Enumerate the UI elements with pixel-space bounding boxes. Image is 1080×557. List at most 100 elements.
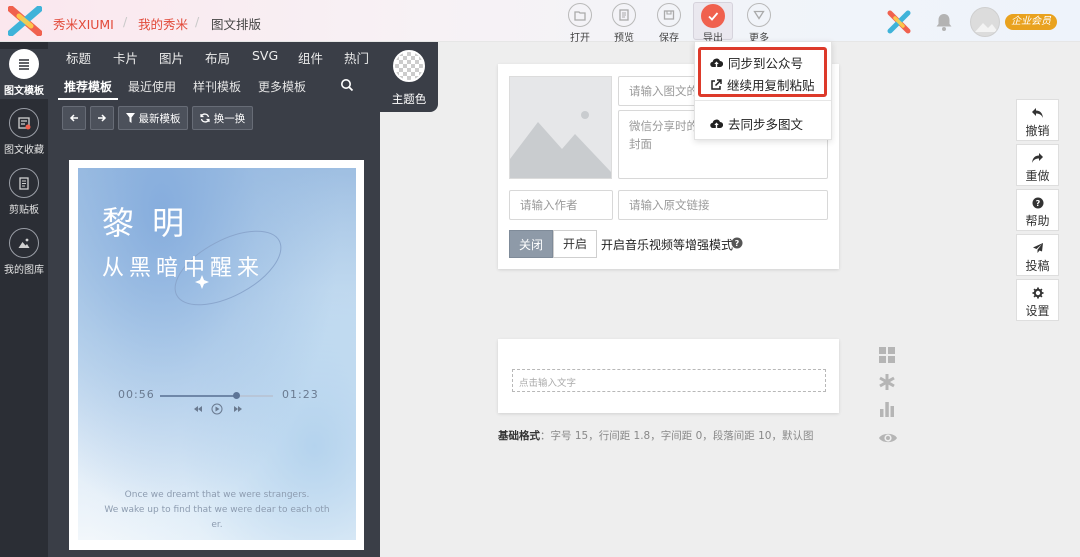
triangle-down-icon [753, 10, 765, 20]
highlight-annotation-box [698, 47, 827, 97]
subtab-magazine[interactable]: 样刊模板 [193, 78, 241, 95]
bar-chart-icon[interactable] [878, 400, 896, 418]
asterisk-icon[interactable] [878, 373, 896, 391]
article-body-card: 点击输入文字 [498, 339, 839, 413]
rail-label: 剪贴板 [9, 205, 39, 216]
rail-item-favorites[interactable]: 图文收藏 [0, 108, 48, 156]
format-label: 基础格式 [498, 430, 540, 442]
help-label: 帮助 [1025, 214, 1050, 228]
favorites-icon [18, 117, 31, 130]
menu-divider [695, 100, 831, 101]
tab-image[interactable]: 图片 [159, 48, 184, 67]
help-circle-icon[interactable]: ? [731, 237, 743, 249]
theme-color-label: 主题色 [391, 92, 427, 106]
tab-components[interactable]: 组件 [298, 48, 323, 67]
svg-text:?: ? [735, 239, 740, 248]
tab-card[interactable]: 卡片 [113, 48, 138, 67]
subtab-recommended[interactable]: 推荐模板 [64, 78, 112, 95]
toolbar-preview-button[interactable]: 预览 [607, 3, 641, 44]
svg-text:?: ? [1035, 199, 1040, 208]
cloud-upload-icon [710, 119, 723, 129]
shuffle-label: 换一换 [213, 112, 246, 125]
rail-item-templates[interactable]: 图文模板 [0, 49, 48, 99]
bell-icon[interactable] [934, 12, 954, 32]
enhance-mode-label: 开启音乐视频等增强模式 [601, 238, 734, 252]
template-quote: Once we dreamt that we were strangers. W… [78, 488, 356, 533]
original-link-input[interactable]: 请输入原文链接 [618, 190, 828, 220]
quote-line: We wake up to find that we were dear to … [104, 505, 330, 515]
xiumi-logo[interactable] [8, 6, 42, 36]
subtab-more[interactable]: 更多模板 [258, 78, 306, 95]
image-placeholder-icon [510, 111, 611, 178]
redo-label: 重做 [1025, 169, 1050, 183]
rail-label: 图文收藏 [4, 145, 44, 156]
breadcrumb-separator: / [195, 14, 200, 29]
toolbar-label: 保存 [659, 33, 679, 44]
audio-controls[interactable] [190, 403, 250, 415]
breadcrumb-my-xiumi[interactable]: 我的秀米 [138, 14, 188, 33]
xiumi-small-logo[interactable] [886, 9, 912, 35]
undo-button[interactable]: 撤销 [1016, 99, 1059, 141]
checkmark-icon [708, 12, 719, 21]
brand-name[interactable]: 秀米XIUMI [53, 14, 114, 33]
author-input[interactable]: 请输入作者 [509, 190, 613, 220]
top-header: 秀米XIUMI / 我的秀米 / 图文排版 打开 预览 保存 导出 更多 企业会… [0, 0, 1080, 44]
clipboard-icon [19, 177, 29, 190]
subtab-underline [58, 98, 118, 100]
folder-open-icon [574, 10, 586, 21]
quote-line: er. [211, 520, 223, 530]
redo-button[interactable]: 重做 [1016, 144, 1059, 186]
template-subtitle: 从黑暗中醒来 [102, 256, 265, 281]
member-badge[interactable]: 企业会员 [1005, 14, 1057, 30]
menu-item-sync-multi-article[interactable]: 去同步多图文 [710, 114, 803, 133]
rail-item-image-library[interactable]: 我的图库 [0, 228, 48, 276]
rail-label: 图文模板 [4, 86, 44, 97]
grid-icon[interactable] [878, 346, 896, 364]
next-button[interactable] [90, 106, 114, 130]
toolbar-open-button[interactable]: 打开 [563, 3, 597, 44]
prev-button[interactable] [62, 106, 86, 130]
image-library-icon [18, 238, 30, 248]
body-text-input[interactable]: 点击输入文字 [512, 369, 826, 392]
filter-latest-button[interactable]: 最新模板 [118, 106, 188, 130]
shuffle-button[interactable]: 换一换 [192, 106, 253, 130]
theme-color-button[interactable]: 主题色 [380, 42, 438, 112]
redo-icon [1032, 153, 1043, 163]
preview-icon [619, 9, 629, 21]
submit-button[interactable]: 投稿 [1016, 234, 1059, 276]
tab-hot[interactable]: 热门 [344, 48, 369, 67]
help-icon: ? [1032, 197, 1043, 209]
toggle-on-button[interactable]: 开启 [553, 230, 597, 258]
menu-item-label: 去同步多图文 [728, 117, 804, 132]
avatar-placeholder-icon [975, 23, 998, 32]
save-icon [663, 10, 675, 20]
tab-layout[interactable]: 布局 [205, 48, 230, 67]
search-icon[interactable] [340, 78, 354, 92]
toolbar-export-button[interactable]: 导出 [693, 2, 733, 44]
left-rail: 图文模板 图文收藏 剪贴板 我的图库 [0, 42, 48, 557]
settings-button[interactable]: 设置 [1016, 279, 1059, 321]
toolbar-more-button[interactable]: 更多 [742, 3, 776, 44]
audio-time-end: 01:23 [282, 388, 319, 401]
avatar[interactable] [970, 7, 1000, 37]
template-artwork: 黎 明 从黑暗中醒来 00:56 01:23 Once we dreamt th… [78, 168, 356, 540]
toolbar-save-button[interactable]: 保存 [652, 3, 686, 44]
rail-item-clipboard[interactable]: 剪贴板 [0, 168, 48, 216]
format-value: ：字号 15，行间距 1.8，字间距 0，段落间距 10，默认图 [540, 430, 814, 442]
tab-svg[interactable]: SVG [252, 48, 278, 63]
subtab-recent[interactable]: 最近使用 [128, 78, 176, 95]
filter-label: 最新模板 [138, 112, 181, 125]
help-button[interactable]: ? 帮助 [1016, 189, 1059, 231]
submit-label: 投稿 [1025, 259, 1050, 273]
tab-title[interactable]: 标题 [66, 48, 91, 67]
toolbar-label: 打开 [570, 33, 590, 44]
list-icon [19, 59, 29, 70]
breadcrumb-separator: / [123, 14, 128, 29]
settings-label: 设置 [1025, 304, 1050, 318]
toggle-off-button[interactable]: 关闭 [509, 230, 553, 258]
template-title: 黎 明 [102, 204, 189, 242]
rail-label: 我的图库 [4, 265, 44, 276]
audio-progress-fill [160, 395, 237, 397]
eye-icon[interactable] [878, 429, 898, 447]
cover-image-upload[interactable] [509, 76, 612, 179]
